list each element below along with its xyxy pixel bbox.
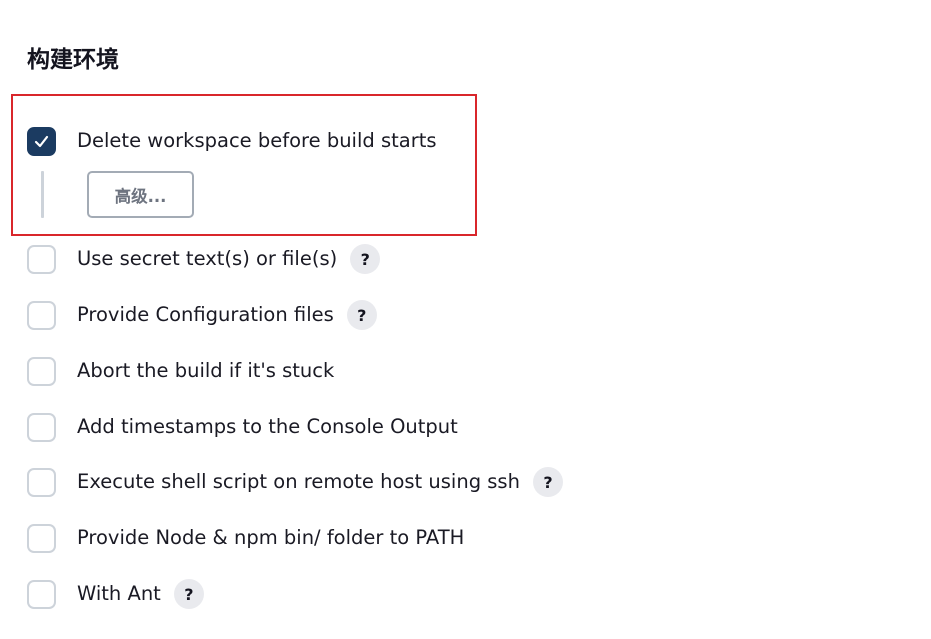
delete-workspace-label: Delete workspace before build starts (77, 129, 437, 152)
option-delete-workspace[interactable]: Delete workspace before build starts (27, 124, 437, 158)
abort-stuck-label: Abort the build if it's stuck (77, 359, 335, 382)
delete-workspace-checkbox[interactable] (27, 126, 56, 156)
checkmark-icon (34, 135, 49, 147)
question-mark-icon[interactable]: ? (346, 300, 377, 330)
option-execute-ssh[interactable]: Execute shell script on remote host usin… (27, 465, 563, 499)
add-timestamps-checkbox[interactable] (27, 412, 56, 442)
add-timestamps-label: Add timestamps to the Console Output (77, 415, 458, 438)
provide-config-files-label: Provide Configuration files (77, 303, 334, 326)
with-ant-checkbox[interactable] (27, 579, 56, 609)
option-use-secret[interactable]: Use secret text(s) or file(s) ? (27, 242, 381, 276)
use-secret-checkbox[interactable] (27, 244, 56, 274)
provide-node-checkbox[interactable] (27, 523, 56, 553)
option-abort-stuck[interactable]: Abort the build if it's stuck (27, 354, 334, 388)
section-title: 构建环境 (27, 47, 119, 73)
highlight-box (11, 94, 477, 236)
question-mark-icon[interactable]: ? (350, 244, 381, 274)
option-with-ant[interactable]: With Ant ? (27, 577, 204, 611)
option-add-timestamps[interactable]: Add timestamps to the Console Output (27, 410, 458, 444)
question-mark-icon[interactable]: ? (532, 467, 563, 497)
use-secret-label: Use secret text(s) or file(s) (77, 247, 338, 270)
option-provide-config-files[interactable]: Provide Configuration files ? (27, 298, 377, 332)
execute-ssh-label: Execute shell script on remote host usin… (77, 470, 520, 493)
execute-ssh-checkbox[interactable] (27, 467, 56, 497)
nested-options-line (41, 171, 44, 218)
abort-stuck-checkbox[interactable] (27, 356, 56, 386)
provide-config-files-checkbox[interactable] (27, 300, 56, 330)
advanced-button[interactable]: 高级... (87, 171, 194, 218)
provide-node-label: Provide Node & npm bin/ folder to PATH (77, 526, 465, 549)
with-ant-label: With Ant (77, 582, 161, 605)
option-provide-node[interactable]: Provide Node & npm bin/ folder to PATH (27, 521, 464, 555)
question-mark-icon[interactable]: ? (173, 579, 204, 609)
